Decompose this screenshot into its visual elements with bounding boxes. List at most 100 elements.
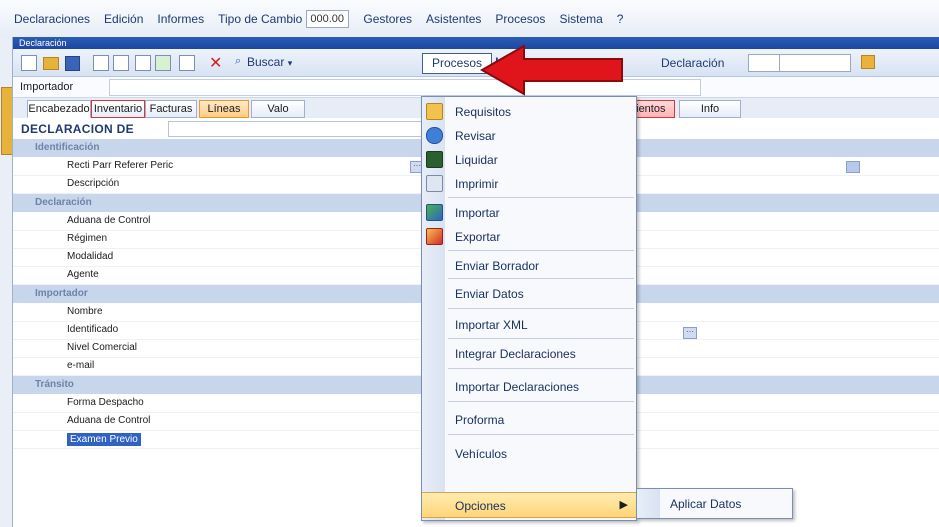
menu-tipo-de-cambio[interactable]: Tipo de Cambio	[218, 12, 302, 26]
tab-info[interactable]: Info	[679, 100, 741, 118]
tab-encabezado[interactable]: Encabezado	[27, 100, 91, 118]
menu-sistema[interactable]: Sistema	[559, 12, 602, 26]
search-button[interactable]: Buscar ▾	[247, 55, 292, 69]
field-label: Identificado	[67, 324, 119, 335]
menu-edicion[interactable]: Edición	[104, 12, 143, 26]
new-icon[interactable]	[21, 55, 37, 71]
menu-item-importar-xml[interactable]: Importar XML	[422, 312, 636, 336]
declaracion-label: Declaración	[661, 56, 725, 70]
tab-lineas[interactable]: Líneas	[199, 100, 249, 118]
open-folder-icon[interactable]	[43, 57, 59, 70]
menu-separator	[448, 401, 634, 402]
section-title: Importador	[35, 288, 88, 299]
section-title: Identificación	[35, 142, 100, 153]
calc-icon[interactable]	[155, 55, 171, 71]
delete-icon[interactable]: ✕	[209, 53, 222, 73]
left-dock-strip	[0, 37, 13, 527]
paste-icon[interactable]	[135, 55, 151, 71]
menu-item-integrar-declaraciones[interactable]: Integrar Declaraciones	[422, 341, 636, 365]
menu-separator	[448, 338, 634, 339]
menu-item-opciones[interactable]: Opciones ▶	[422, 492, 636, 518]
ellipsis-button[interactable]	[846, 161, 860, 173]
menu-separator	[448, 278, 634, 279]
field-label: Descripción	[67, 178, 120, 189]
tab-inventario[interactable]: Inventario	[91, 100, 145, 118]
field-label: Modalidad	[67, 251, 114, 262]
menu-item-revisar[interactable]: Revisar	[422, 123, 636, 147]
menu-procesos[interactable]: Procesos	[495, 12, 545, 26]
menu-item-enviar-borrador[interactable]: Enviar Borrador	[422, 253, 636, 277]
menu-item-label: Imprimir	[455, 177, 499, 191]
menu-item-imprimir[interactable]: Imprimir	[422, 171, 636, 195]
procesos-dropdown: Requisitos Revisar Liquidar Imprimir Imp…	[421, 96, 637, 521]
field-label: Nombre	[67, 306, 103, 317]
menu-help[interactable]: ?	[617, 12, 624, 26]
menu-item-proforma[interactable]: Proforma	[422, 407, 636, 431]
field-label: Nivel Comercial	[67, 342, 138, 353]
menu-item-label: Requisitos	[455, 105, 512, 119]
menu-item-liquidar[interactable]: Liquidar	[422, 147, 636, 171]
menu-item-importar[interactable]: Importar	[422, 200, 636, 224]
menu-icon-gutter	[637, 489, 660, 518]
menu-separator	[448, 434, 634, 435]
menu-item-enviar-datos[interactable]: Enviar Datos	[422, 281, 636, 305]
liquidar-icon	[426, 151, 443, 168]
menu-item-label: Importar	[455, 206, 500, 220]
section-title: Tránsito	[35, 379, 74, 390]
menu-item-label: Enviar Datos	[455, 287, 524, 301]
menu-separator	[448, 368, 634, 369]
menu-bar: Declaraciones Edición Informes Tipo de C…	[0, 0, 939, 38]
field-label: e-mail	[67, 360, 95, 371]
menu-item-label: Exportar	[455, 230, 501, 244]
field-label: Examen Previo	[67, 433, 141, 446]
section-title: Declaración	[35, 197, 92, 208]
menu-item-exportar[interactable]: Exportar	[422, 224, 636, 248]
menu-item-label: Enviar Borrador	[455, 259, 540, 273]
search-label: Buscar	[247, 55, 285, 69]
menu-item-label: Vehículos	[455, 447, 508, 461]
binoculars-icon: ⌕	[235, 55, 242, 67]
field-label: Agente	[67, 269, 99, 280]
chevron-down-icon: ▾	[287, 58, 293, 68]
copy-icon[interactable]	[113, 55, 129, 71]
menu-item-label: Opciones	[455, 499, 506, 513]
menu-item-label: Revisar	[455, 129, 496, 143]
exchange-rate-field[interactable]: 000.00	[306, 9, 350, 28]
declaracion-number-input[interactable]	[779, 54, 851, 72]
edit-icon[interactable]	[93, 55, 109, 71]
field-label: Recti Parr Referer Peric	[67, 160, 174, 171]
printer-icon	[426, 175, 443, 192]
menu-separator	[448, 197, 634, 198]
menu-item-label: Proforma	[455, 413, 505, 427]
declaracion-prefix-input[interactable]	[748, 54, 780, 72]
print-icon[interactable]	[179, 55, 195, 71]
menu-item-importar-declaraciones[interactable]: Importar Declaraciones	[422, 374, 636, 398]
submenu-arrow-icon: ▶	[619, 499, 628, 511]
ellipsis-button[interactable]: ···	[683, 327, 697, 339]
revisar-icon	[426, 127, 443, 144]
menu-gestores[interactable]: Gestores	[363, 12, 412, 26]
menu-asistentes[interactable]: Asistentes	[426, 12, 481, 26]
menu-item-requisitos[interactable]: Requisitos	[422, 99, 636, 123]
menu-item-aplicar-datos[interactable]: Aplicar Datos	[670, 497, 741, 511]
field-label: Régimen	[67, 233, 108, 244]
menu-informes[interactable]: Informes	[157, 12, 204, 26]
tab-facturas[interactable]: Facturas	[145, 100, 197, 118]
menu-item-label: Integrar Declaraciones	[455, 347, 576, 361]
save-icon[interactable]	[65, 56, 80, 71]
menu-item-label: Importar XML	[455, 318, 528, 332]
declaration-type-input[interactable]	[168, 121, 435, 137]
importador-label: Importador	[20, 81, 74, 93]
menu-item-vehiculos[interactable]: Vehículos	[422, 441, 636, 465]
field-label: Forma Despacho	[67, 397, 144, 408]
field-label: Aduana de Control	[67, 415, 151, 426]
tab-valoracion[interactable]: Valo	[251, 100, 305, 118]
opciones-submenu: Aplicar Datos	[636, 488, 793, 519]
import-icon	[426, 204, 443, 221]
menu-separator	[448, 250, 634, 251]
menu-declaraciones[interactable]: Declaraciones	[14, 12, 90, 26]
red-arrow-annotation-icon	[479, 44, 623, 96]
declaration-heading: DECLARACION DE	[21, 122, 134, 136]
menu-separator	[448, 308, 634, 309]
lock-icon[interactable]	[861, 55, 875, 69]
